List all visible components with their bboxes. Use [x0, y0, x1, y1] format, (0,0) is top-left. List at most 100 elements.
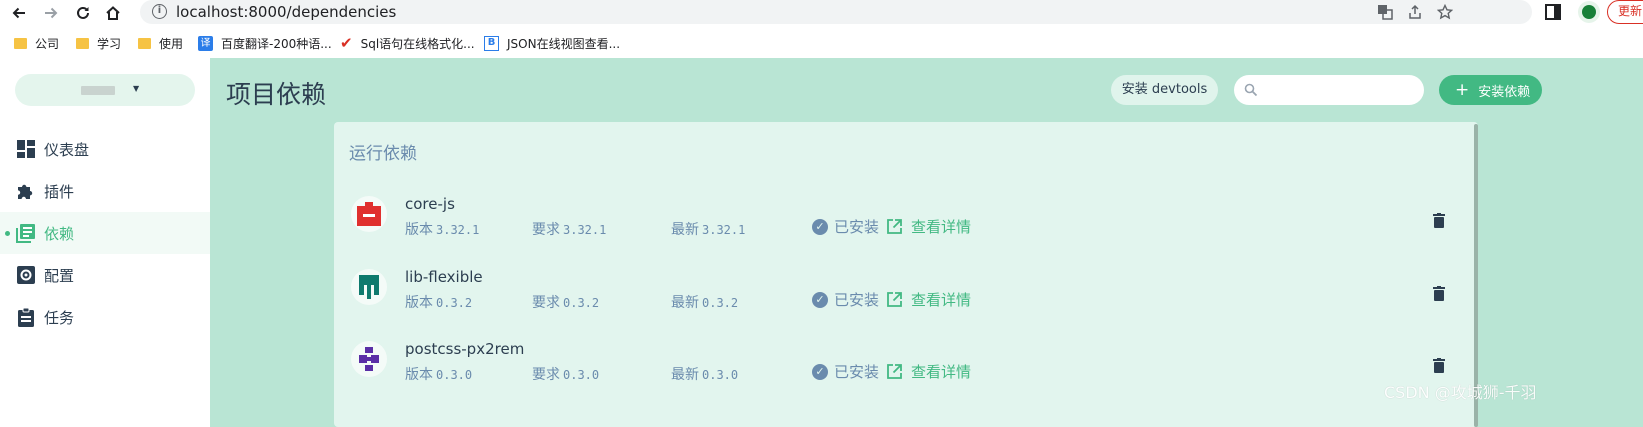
dependency-name: postcss-px2rem	[405, 340, 525, 358]
page-title: 项目依赖	[226, 80, 327, 109]
wanted-value: 3.32.1	[563, 223, 607, 237]
installed-label: 已安装	[834, 218, 880, 236]
puzzle-icon	[16, 182, 35, 201]
dependency-row: core-js 版本 3.32.1 要求 3.32.1 最新 3.32.1 ✓ 已安装…	[334, 184, 1474, 256]
delete-icon[interactable]	[1431, 356, 1447, 374]
sidebar-item-configuration[interactable]: 配置	[0, 254, 210, 296]
reload-icon[interactable]	[72, 2, 94, 24]
bookmark-label: 公司	[35, 36, 60, 51]
site-info-icon[interactable]: i	[152, 4, 167, 19]
url-text[interactable]: localhost:8000/dependencies	[176, 3, 396, 21]
open-in-new-icon	[887, 219, 902, 234]
translate-icon[interactable]	[1376, 3, 1394, 21]
open-in-new-icon	[887, 292, 902, 307]
latest-value: 0.3.0	[702, 368, 739, 382]
installed-label: 已安装	[834, 291, 880, 309]
project-selector[interactable]: ▼	[15, 74, 195, 106]
wanted-label: 要求	[532, 222, 560, 238]
dependency-name: core-js	[405, 195, 455, 213]
bookmark-label: JSON在线视图查看...	[507, 36, 621, 51]
side-panel-icon[interactable]	[1545, 4, 1561, 20]
dependencies-panel: 运行依赖 core-js 版本 3.32.1 要求 3.32.1 最新 3.32.1 …	[334, 122, 1478, 427]
wanted-value: 0.3.2	[563, 296, 600, 310]
wanted-value: 0.3.0	[563, 368, 600, 382]
json-viewer-icon: B	[484, 35, 499, 51]
sidebar-item-label: 依赖	[44, 224, 75, 243]
dependency-version: 版本 3.32.1	[405, 219, 479, 239]
dependency-version: 版本 0.3.0	[405, 364, 472, 384]
dependency-wanted: 要求 0.3.2	[532, 292, 599, 312]
clipboard-icon	[16, 307, 35, 327]
install-devtools-button[interactable]: 安装 devtools	[1111, 75, 1218, 105]
open-in-new-icon	[887, 364, 902, 379]
search-icon	[1244, 83, 1258, 97]
sidebar-item-plugins[interactable]: 插件	[0, 170, 210, 212]
latest-label: 最新	[671, 222, 699, 238]
sidebar-item-tasks[interactable]: 任务	[0, 296, 210, 338]
folder-icon	[138, 37, 151, 49]
installed-label: 已安装	[834, 363, 880, 381]
app-root: ▼ 仪表盘 插件 依赖 配置 任务 项目依赖 安装 devtools + 安装依…	[0, 58, 1643, 427]
sidebar-item-label: 配置	[44, 266, 75, 285]
library-icon	[16, 223, 35, 243]
install-dependency-button[interactable]: + 安装依赖	[1439, 75, 1542, 105]
search-field[interactable]	[1234, 75, 1424, 105]
view-details-link[interactable]: 查看详情	[887, 361, 971, 382]
bookmark-label: 使用	[159, 36, 184, 51]
address-bar[interactable]: i localhost:8000/dependencies	[140, 0, 1532, 24]
sidebar-item-dependencies[interactable]: 依赖	[0, 212, 210, 254]
section-title: 运行依赖	[349, 144, 417, 164]
watermark: CSDN @攻城狮-千羽	[1384, 383, 1537, 402]
plus-icon: +	[1455, 79, 1470, 100]
settings-icon	[16, 266, 35, 285]
bookmark-link[interactable]: 译 百度翻译-200种语...	[198, 34, 332, 52]
dependency-latest: 最新 0.3.2	[671, 292, 738, 312]
dependency-wanted: 要求 3.32.1	[532, 219, 606, 239]
latest-value: 3.32.1	[702, 223, 746, 237]
dashboard-icon	[16, 140, 35, 159]
dependency-latest: 最新 0.3.0	[671, 364, 738, 384]
bookmark-link[interactable]: ✔ Sql语句在线格式化...	[340, 34, 475, 52]
sidebar-item-label: 任务	[44, 308, 75, 327]
version-label: 版本	[405, 367, 433, 383]
version-value: 0.3.2	[436, 296, 473, 310]
bookmark-label: 百度翻译-200种语...	[221, 36, 332, 51]
bookmark-link[interactable]: B JSON在线视图查看...	[484, 34, 620, 52]
details-label: 查看详情	[911, 363, 972, 381]
delete-icon[interactable]	[1431, 211, 1447, 229]
check-circle-icon: ✓	[812, 218, 828, 235]
dependency-row: postcss-px2rem 版本 0.3.0 要求 0.3.0 最新 0.3.0 ✓…	[334, 329, 1474, 401]
browser-toolbar: i localhost:8000/dependencies 更新	[0, 0, 1643, 26]
bookmark-folder[interactable]: 使用	[138, 34, 183, 52]
bookmarks-bar: 公司 学习 使用 译 百度翻译-200种语... ✔ Sql语句在线格式化...…	[0, 30, 1643, 56]
back-arrow-icon[interactable]	[8, 2, 30, 24]
view-details-link[interactable]: 查看详情	[887, 216, 971, 237]
bookmark-star-icon[interactable]	[1436, 3, 1454, 21]
sidebar-item-dashboard[interactable]: 仪表盘	[0, 128, 210, 170]
version-label: 版本	[405, 295, 433, 311]
wanted-label: 要求	[532, 367, 560, 383]
bookmark-folder[interactable]: 学习	[76, 34, 121, 52]
update-button[interactable]: 更新	[1607, 0, 1643, 24]
wanted-label: 要求	[532, 295, 560, 311]
share-icon[interactable]	[1406, 3, 1424, 21]
active-indicator	[5, 231, 10, 236]
main-content: 项目依赖 安装 devtools + 安装依赖 运行依赖 core-js 版本 3…	[210, 58, 1643, 427]
installed-status: ✓ 已安装	[812, 216, 879, 237]
folder-icon	[14, 37, 27, 49]
dependency-latest: 最新 3.32.1	[671, 219, 745, 239]
search-input[interactable]	[1264, 81, 1414, 99]
profile-avatar-icon[interactable]	[1578, 1, 1600, 23]
bookmark-folder[interactable]: 公司	[14, 34, 59, 52]
home-icon[interactable]	[102, 2, 124, 24]
version-value: 0.3.0	[436, 368, 473, 382]
install-dependency-label: 安装依赖	[1478, 84, 1531, 100]
sidebar: ▼ 仪表盘 插件 依赖 配置 任务	[0, 58, 210, 427]
delete-icon[interactable]	[1431, 284, 1447, 302]
details-label: 查看详情	[911, 218, 972, 236]
dependency-wanted: 要求 0.3.0	[532, 364, 599, 384]
view-details-link[interactable]: 查看详情	[887, 289, 971, 310]
latest-value: 0.3.2	[702, 296, 739, 310]
forward-arrow-icon[interactable]	[40, 2, 62, 24]
check-circle-icon: ✓	[812, 291, 828, 308]
